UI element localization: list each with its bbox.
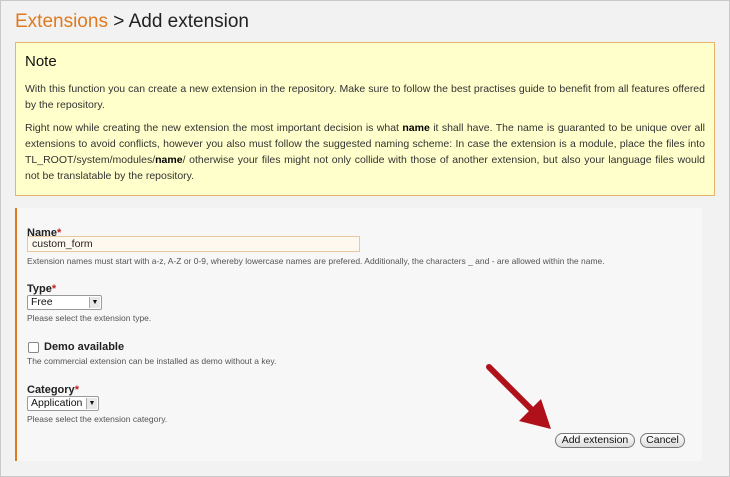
category-label: Category (27, 384, 75, 396)
window-frame: Extensions > Add extension Note With thi… (0, 0, 730, 477)
type-select[interactable]: Free ▼ (27, 295, 102, 310)
breadcrumb-separator: > (113, 11, 125, 32)
note-emphasis: name (155, 154, 183, 166)
demo-help: The commercial extension can be installe… (27, 356, 277, 366)
category-select[interactable]: Application ▼ (27, 396, 99, 411)
category-select-value: Application (31, 397, 83, 409)
note-paragraph-1: With this function you can create a new … (25, 83, 705, 111)
page-heading: Extensions > Add extension (15, 11, 249, 33)
cancel-button[interactable]: Cancel (640, 433, 685, 448)
name-help: Extension names must start with a-z, A-Z… (27, 256, 605, 266)
note-heading: Note (25, 53, 57, 70)
chevron-down-icon: ▼ (89, 297, 100, 308)
note-paragraph-2: Right now while creating the new extensi… (25, 120, 705, 184)
category-help: Please select the extension category. (27, 414, 168, 424)
required-mark: * (74, 384, 79, 396)
red-arrow-icon (486, 364, 551, 429)
type-label: Type (27, 283, 52, 295)
add-extension-button[interactable]: Add extension (555, 433, 635, 448)
required-mark: * (51, 283, 57, 295)
add-extension-form: Name* custom_form Extension names must s… (15, 208, 702, 461)
name-input[interactable]: custom_form (27, 236, 360, 252)
demo-checkbox[interactable] (28, 342, 39, 353)
type-select-value: Free (31, 296, 53, 308)
note-text: Right now while creating the new extensi… (25, 122, 403, 134)
type-help: Please select the extension type. (27, 313, 152, 323)
page-title: Add extension (128, 11, 249, 32)
breadcrumb-extensions-link[interactable]: Extensions (15, 11, 108, 32)
chevron-down-icon: ▼ (86, 398, 97, 409)
note-box: Note With this function you can create a… (15, 42, 715, 196)
demo-label[interactable]: Demo available (44, 341, 124, 354)
note-emphasis: name (402, 122, 430, 134)
